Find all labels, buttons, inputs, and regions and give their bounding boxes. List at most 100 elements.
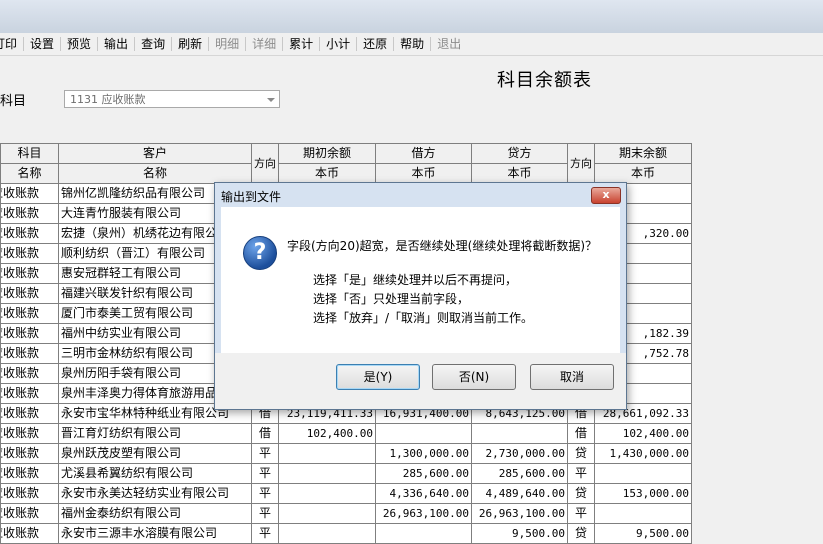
subject-cell-text: 应收账款 [2, 346, 40, 360]
menu-bar: 打印设置预览输出查询刷新明细详细累计小计还原帮助退出 [0, 33, 823, 56]
debit-cell[interactable]: 26,963,100.00 [375, 503, 472, 524]
yes-button[interactable]: 是(Y) [336, 364, 420, 390]
dialog-title: 输出到文件 [221, 190, 282, 204]
debit-cell[interactable] [375, 423, 472, 444]
subject-cell[interactable]: 应收账款 [0, 243, 59, 264]
closing-cell[interactable] [594, 503, 692, 524]
customer-cell[interactable]: 福州金泰纺织有限公司 [58, 503, 252, 524]
direction-cell[interactable]: 平 [251, 463, 279, 484]
customer-cell[interactable]: 晋江育灯纺织有限公司 [58, 423, 252, 444]
subject-cell[interactable]: 应收账款 [0, 263, 59, 284]
table-row[interactable]: 应收账款 永安市永美达轻纺实业有限公司平 4,336,640.004,489,640… [0, 483, 692, 504]
no-button[interactable]: 否(N) [432, 364, 516, 390]
table-row[interactable]: 应收账款晋江育灯纺织有限公司借102,400.00借102,400.00 [0, 423, 692, 444]
dialog-content: ? 字段(方向20)超宽，是否继续处理(继续处理将截断数据)？ 选择「是」继续处… [221, 207, 620, 353]
direction-cell[interactable]: 平 [251, 443, 279, 464]
subject-cell[interactable]: 应收账款 [0, 443, 59, 464]
table-row[interactable]: 应收账款 永安市三源丰水溶膜有限公司平 9,500.00贷9,500.00 [0, 523, 692, 544]
direction-cell[interactable]: 平 [251, 483, 279, 504]
subject-cell[interactable]: 应收账款 [0, 203, 59, 224]
subject-cell-text: 应收账款 [2, 426, 40, 440]
menu-item-3[interactable]: 输出 [99, 33, 133, 55]
subject-cell[interactable]: 应收账款 [0, 463, 59, 484]
credit-cell[interactable]: 9,500.00 [471, 523, 568, 544]
opening-cell[interactable]: 102,400.00 [278, 423, 376, 444]
direction-cell[interactable]: 借 [251, 423, 279, 444]
subject-cell[interactable]: 应收账款 [0, 523, 59, 544]
menu-item-11[interactable]: 帮助 [395, 33, 429, 55]
closing-cell[interactable]: 9,500.00 [594, 523, 692, 544]
question-icon: ? [243, 236, 277, 270]
chevron-down-icon[interactable] [267, 98, 275, 102]
debit-cell[interactable]: 285,600.00 [375, 463, 472, 484]
closing-cell[interactable] [594, 463, 692, 484]
direction-cell[interactable]: 贷 [567, 523, 595, 544]
opening-cell[interactable] [278, 463, 376, 484]
direction-cell[interactable]: 平 [251, 503, 279, 524]
subject-cell[interactable]: 应收账款 [0, 303, 59, 324]
menu-item-5[interactable]: 刷新 [173, 33, 207, 55]
menu-item-1[interactable]: 设置 [25, 33, 59, 55]
subject-cell[interactable]: 应收账款 [0, 383, 59, 404]
subject-cell-text: 应收账款 [2, 506, 40, 520]
menu-item-12[interactable]: 退出 [432, 33, 466, 55]
menu-item-7[interactable]: 详细 [247, 33, 281, 55]
credit-cell[interactable]: 26,963,100.00 [471, 503, 568, 524]
customer-cell[interactable]: 永安市永美达轻纺实业有限公司 [58, 483, 252, 504]
menu-item-10[interactable]: 还原 [358, 33, 392, 55]
subject-cell[interactable]: 应收账款 [0, 423, 59, 444]
menu-item-6[interactable]: 明细 [210, 33, 244, 55]
opening-cell[interactable] [278, 523, 376, 544]
credit-cell[interactable]: 285,600.00 [471, 463, 568, 484]
direction-cell[interactable]: 贷 [567, 443, 595, 464]
dialog-message: 字段(方向20)超宽，是否继续处理(继续处理将截断数据)？ [287, 239, 597, 253]
subject-cell[interactable]: 应收账款 [0, 363, 59, 384]
header-direction-2: 方向 [567, 143, 595, 184]
close-icon[interactable]: x [591, 187, 621, 204]
debit-cell[interactable] [375, 523, 472, 544]
closing-cell[interactable]: 1,430,000.00 [594, 443, 692, 464]
cancel-button[interactable]: 取消 [530, 364, 614, 390]
subject-cell[interactable]: 应收账款 [0, 223, 59, 244]
menu-separator [430, 37, 432, 51]
subject-cell-text: 应收账款 [2, 206, 40, 220]
direction-cell[interactable]: 平 [567, 503, 595, 524]
customer-cell[interactable]: 尤溪县希翼纺织有限公司 [58, 463, 252, 484]
credit-cell[interactable] [471, 423, 568, 444]
opening-cell[interactable] [278, 443, 376, 464]
closing-cell[interactable]: 102,400.00 [594, 423, 692, 444]
customer-cell[interactable]: 泉州跃茂皮塑有限公司 [58, 443, 252, 464]
subject-combo[interactable]: 1131 应收账款 [64, 90, 280, 108]
subject-cell[interactable]: 应收账款 [0, 323, 59, 344]
table-row[interactable]: 应收账款尤溪县希翼纺织有限公司平285,600.00285,600.00平 [0, 463, 692, 484]
direction-cell[interactable]: 贷 [567, 483, 595, 504]
credit-cell[interactable]: 4,489,640.00 [471, 483, 568, 504]
dialog-titlebar[interactable]: 输出到文件 x [215, 183, 626, 207]
subject-cell[interactable]: 应收账款 [0, 483, 59, 504]
customer-cell[interactable]: 永安市三源丰水溶膜有限公司 [58, 523, 252, 544]
subject-cell[interactable]: 应收账款 [0, 183, 59, 204]
menu-item-4[interactable]: 查询 [136, 33, 170, 55]
table-row[interactable]: 应收账款 泉州跃茂皮塑有限公司平 1,300,000.002,730,000.00贷… [0, 443, 692, 464]
subject-cell-text: 应收账款 [2, 246, 40, 260]
debit-cell[interactable]: 1,300,000.00 [375, 443, 472, 464]
credit-cell[interactable]: 2,730,000.00 [471, 443, 568, 464]
subject-cell[interactable]: 应收账款 [0, 503, 59, 524]
subject-cell[interactable]: 应收账款 [0, 283, 59, 304]
opening-cell[interactable] [278, 503, 376, 524]
menu-item-9[interactable]: 小计 [321, 33, 355, 55]
menu-item-2[interactable]: 预览 [62, 33, 96, 55]
header-credit: 贷方 [471, 143, 568, 164]
subject-cell[interactable]: 应收账款 [0, 343, 59, 364]
direction-cell[interactable]: 平 [567, 463, 595, 484]
closing-cell[interactable]: 153,000.00 [594, 483, 692, 504]
opening-cell[interactable] [278, 483, 376, 504]
menu-item-0[interactable]: 打印 [0, 33, 22, 55]
header-customer-name: 名称 [58, 163, 252, 184]
direction-cell[interactable]: 平 [251, 523, 279, 544]
menu-item-8[interactable]: 累计 [284, 33, 318, 55]
debit-cell[interactable]: 4,336,640.00 [375, 483, 472, 504]
direction-cell[interactable]: 借 [567, 423, 595, 444]
subject-cell[interactable]: 应收账款 [0, 403, 59, 424]
table-row[interactable]: 应收账款福州金泰纺织有限公司平26,963,100.0026,963,100.0… [0, 503, 692, 524]
